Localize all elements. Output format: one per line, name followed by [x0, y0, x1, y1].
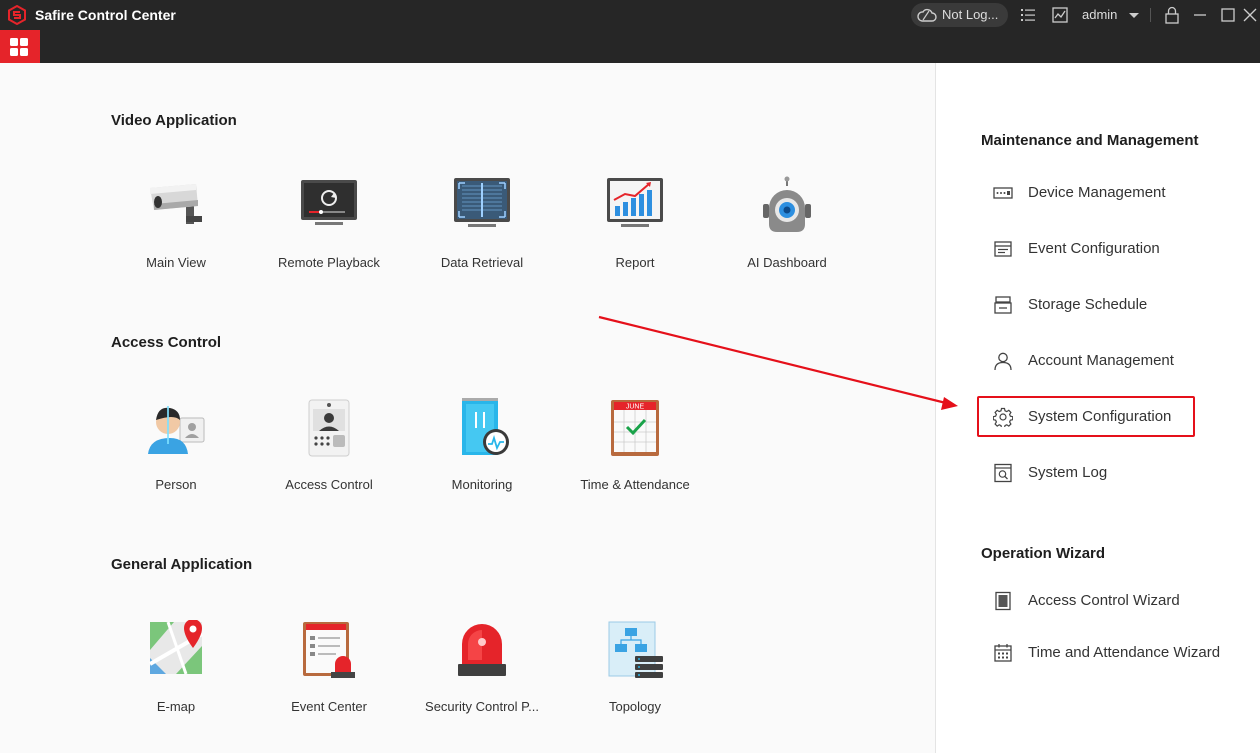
user-name[interactable]: admin	[1082, 7, 1117, 22]
annotation-highlight-box	[977, 396, 1195, 437]
cloud-icon	[917, 8, 937, 22]
module-label: Event Center	[291, 699, 367, 714]
resource-monitor-icon[interactable]	[1050, 5, 1070, 25]
person-card-icon	[148, 406, 205, 454]
chevron-down-icon[interactable]	[1124, 5, 1144, 25]
sidebar-item-account-management[interactable]: Account Management	[981, 341, 1241, 381]
data-retrieval-icon	[454, 178, 510, 227]
sidebar-item-device-management[interactable]: Device Management	[981, 173, 1241, 213]
module-e-map[interactable]: E-map	[100, 620, 252, 730]
module-main-view[interactable]: Main View	[100, 176, 252, 286]
siren-icon	[458, 624, 506, 676]
sidebar-item-label: Device Management	[1028, 184, 1166, 201]
calendar-icon	[994, 644, 1012, 662]
module-menu-button[interactable]	[0, 30, 40, 63]
titlebar-divider	[1150, 8, 1151, 22]
section-title-general: General Application	[111, 556, 253, 573]
app-title: Safire Control Center	[35, 7, 176, 23]
door-station-icon	[308, 399, 350, 457]
storage-icon	[994, 296, 1012, 314]
task-list-icon[interactable]	[1018, 5, 1038, 25]
map-pin-icon	[149, 620, 203, 675]
close-icon[interactable]	[1240, 5, 1260, 25]
module-security-control-panel[interactable]: Security Control P...	[406, 620, 558, 730]
module-label: Topology	[608, 699, 662, 714]
module-panel: Video Application Main View Remote Playb…	[0, 63, 935, 753]
module-time-attendance[interactable]: JUNE Time & Attendance	[559, 398, 711, 508]
module-person[interactable]: Person	[100, 398, 252, 508]
report-chart-icon	[607, 178, 663, 227]
sidebar-item-label: Event Configuration	[1028, 240, 1160, 257]
module-ai-dashboard[interactable]: AI Dashboard	[711, 176, 863, 286]
sidebar-item-label: Storage Schedule	[1028, 296, 1148, 313]
module-label: Report	[615, 255, 655, 270]
module-label: Security Control P...	[425, 699, 539, 714]
module-label: E-map	[156, 699, 196, 714]
sidebar-item-storage-schedule[interactable]: Storage Schedule	[981, 285, 1241, 325]
event-alarm-icon	[303, 622, 355, 678]
section-title-access: Access Control	[111, 334, 222, 351]
monitoring-door-icon	[462, 398, 509, 455]
sidebar-item-label: Time and Attendance Wizard	[1028, 644, 1221, 661]
module-label: Person	[155, 477, 197, 492]
login-status-button[interactable]: Not Log...	[911, 3, 1008, 27]
module-label: Monitoring	[451, 477, 513, 492]
wizard-title: Operation Wizard	[981, 545, 1106, 562]
sidebar-item-label: Account Management	[1028, 352, 1174, 369]
sidebar-item-event-configuration[interactable]: Event Configuration	[981, 229, 1241, 269]
module-report[interactable]: Report	[559, 176, 711, 286]
ai-robot-icon	[763, 176, 811, 232]
maintenance-title: Maintenance and Management	[981, 132, 1199, 149]
playback-monitor-icon	[301, 180, 357, 225]
module-access-control[interactable]: Access Control	[253, 398, 405, 508]
door-icon	[995, 591, 1011, 611]
sidebar-item-time-attendance-wizard[interactable]: Time and Attendance Wizard	[981, 633, 1241, 673]
grid-menu-icon	[10, 38, 28, 56]
maximize-icon[interactable]	[1218, 5, 1238, 25]
sidebar-item-label: Access Control Wizard	[1028, 592, 1180, 609]
module-label: Main View	[146, 255, 206, 270]
title-bar: Safire Control Center Not Log... admin	[0, 0, 1260, 30]
device-icon	[993, 187, 1013, 199]
module-label: AI Dashboard	[747, 255, 827, 270]
module-topology[interactable]: Topology	[559, 620, 711, 730]
module-label: Remote Playback	[278, 255, 380, 270]
section-title-video: Video Application	[111, 112, 237, 129]
navigation-bar	[0, 30, 1260, 63]
camera-icon	[150, 184, 202, 224]
event-config-icon	[994, 241, 1012, 257]
module-event-center[interactable]: Event Center	[253, 620, 405, 730]
lock-icon[interactable]	[1162, 5, 1182, 25]
sidebar-item-access-control-wizard[interactable]: Access Control Wizard	[981, 581, 1241, 621]
module-label: Access Control	[285, 477, 373, 492]
calendar-check-icon: JUNE	[611, 400, 659, 456]
module-label: Data Retrieval	[440, 255, 524, 270]
sidebar-item-label: System Log	[1028, 464, 1108, 481]
log-icon	[994, 463, 1012, 483]
account-icon	[994, 352, 1012, 371]
module-remote-playback[interactable]: Remote Playback	[253, 176, 405, 286]
minimize-icon[interactable]	[1190, 5, 1210, 25]
app-logo-icon	[8, 5, 26, 25]
module-label: Time & Attendance	[580, 477, 690, 492]
module-data-retrieval[interactable]: Data Retrieval	[406, 176, 558, 286]
calendar-month-text: JUNE	[626, 404, 645, 411]
topology-server-icon	[608, 621, 663, 678]
sidebar-item-system-log[interactable]: System Log	[981, 453, 1241, 493]
login-status-text: Not Log...	[942, 7, 999, 22]
module-monitoring[interactable]: Monitoring	[406, 398, 558, 508]
